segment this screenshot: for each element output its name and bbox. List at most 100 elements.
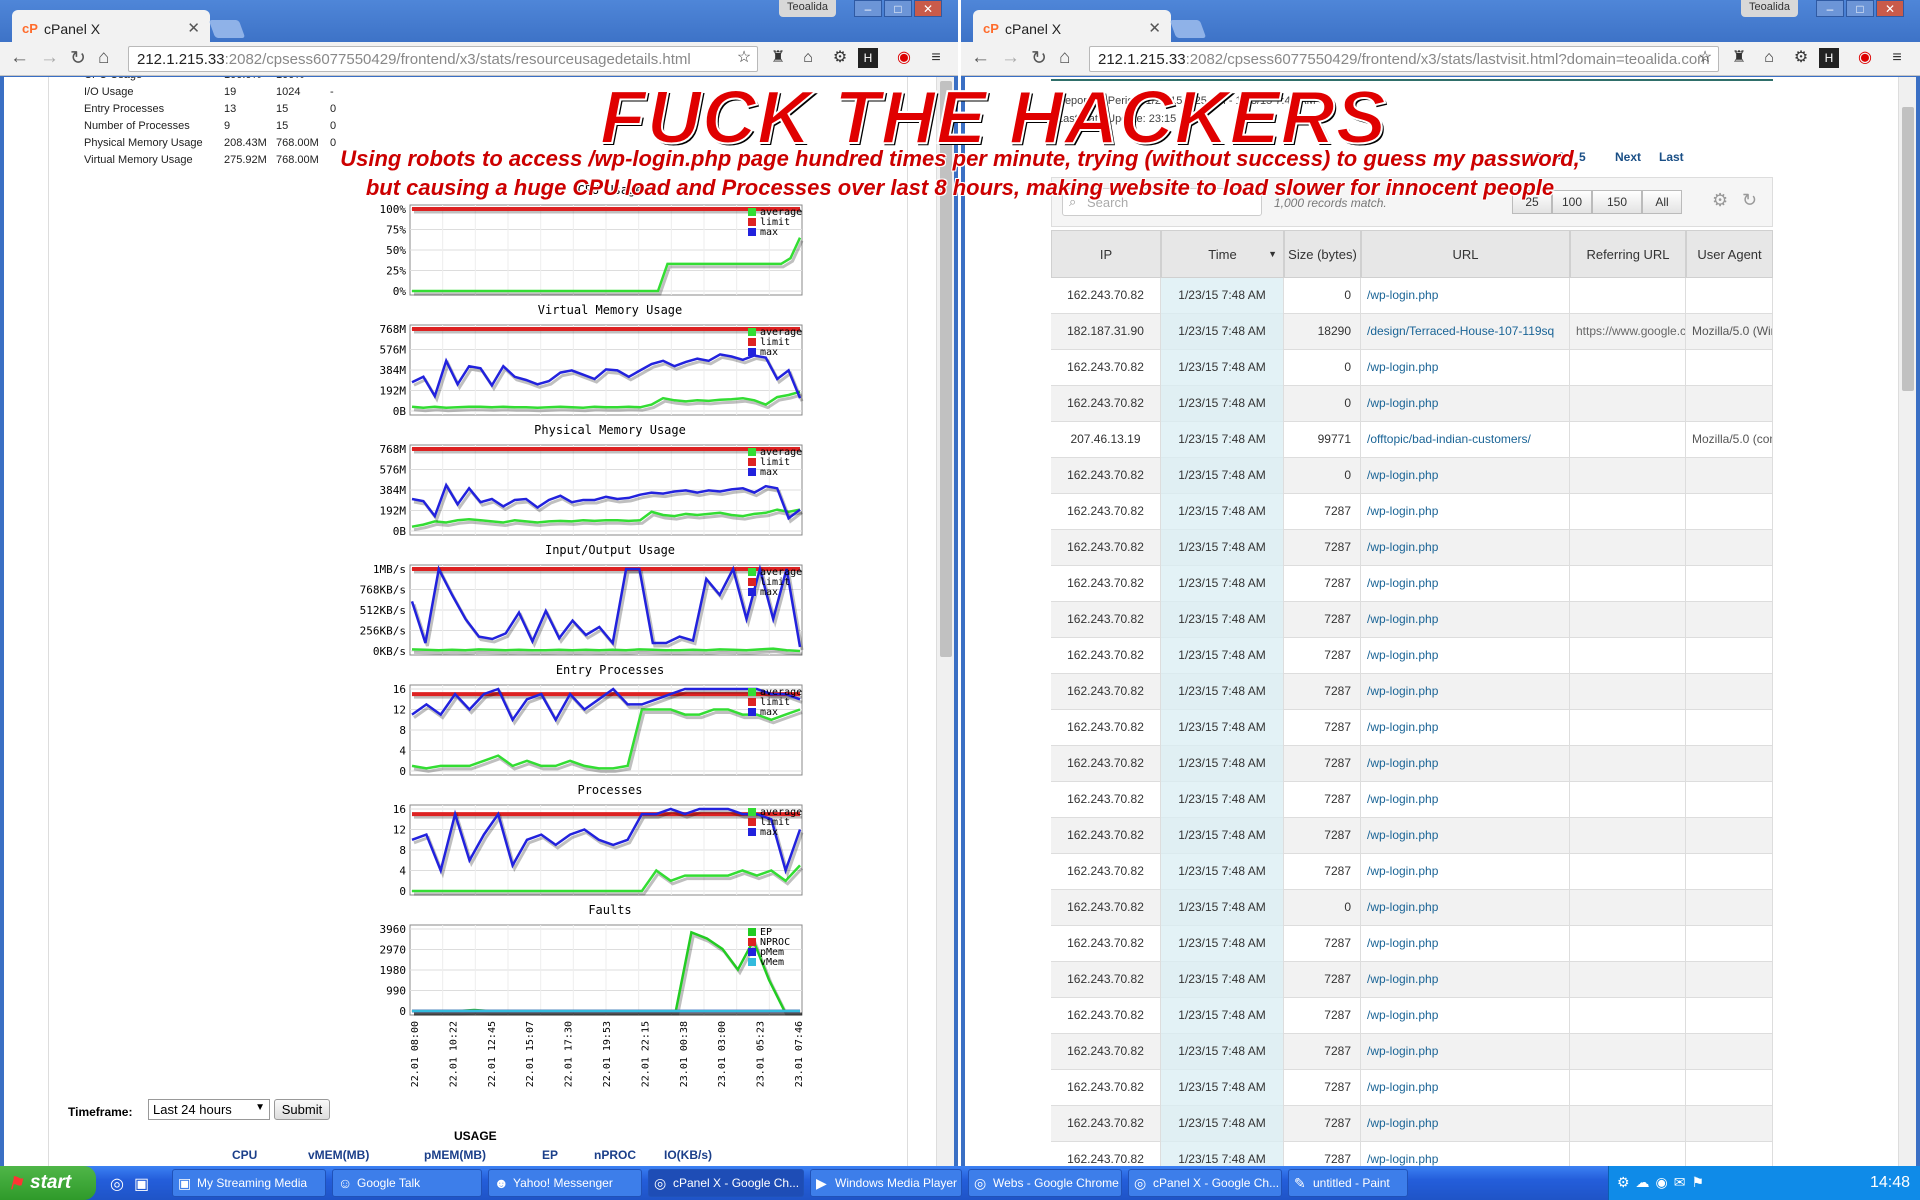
taskbar-button[interactable]: ◎ cPanel X - Google Ch... — [648, 1169, 804, 1197]
gear-icon[interactable]: ⚙ — [1791, 48, 1811, 68]
table-row[interactable]: 207.46.13.19 1/23/15 7:48 AM 99771/offtopi… — [1051, 422, 1773, 458]
cell-url[interactable]: /wp-login.php — [1361, 674, 1570, 710]
column-header[interactable]: URL — [1361, 230, 1570, 278]
cell-url[interactable]: /wp-login.php — [1361, 530, 1570, 566]
extension-icon[interactable]: ⌂ — [798, 48, 818, 68]
maximize-button[interactable]: □ — [884, 0, 912, 17]
cell-url[interactable]: /wp-login.php — [1361, 566, 1570, 602]
address-bar[interactable]: 212.1.215.33:2082/cpsess6077550429/front… — [1089, 46, 1719, 72]
table-row[interactable]: 162.243.70.82 1/23/15 7:48 AM 7287/wp-logi… — [1051, 494, 1773, 530]
taskbar-button[interactable]: ◎ cPanel X - Google Ch... — [1128, 1169, 1282, 1197]
taskbar-button[interactable]: ☻ Yahoo! Messenger — [488, 1169, 642, 1197]
reload-icon[interactable]: ↻ — [1031, 47, 1047, 70]
extension-icon[interactable]: H — [858, 48, 878, 68]
cell-url[interactable]: /wp-login.php — [1361, 1070, 1570, 1106]
tray-icons[interactable]: ⚙☁◉✉⚑ — [1617, 1174, 1710, 1191]
timeframe-select[interactable]: Last 24 hours ▼ — [148, 1099, 270, 1120]
table-row[interactable]: 162.243.70.82 1/23/15 7:48 AM 7287/wp-logi… — [1051, 602, 1773, 638]
scrollbar[interactable] — [1898, 77, 1916, 1166]
table-row[interactable]: 162.243.70.82 1/23/15 7:48 AM 7287/wp-logi… — [1051, 962, 1773, 998]
taskbar-button[interactable]: ▶ Windows Media Player — [810, 1169, 962, 1197]
forward-icon[interactable]: → — [1001, 47, 1020, 69]
table-row[interactable]: 162.243.70.82 1/23/15 7:48 AM 7287/wp-logi… — [1051, 818, 1773, 854]
table-row[interactable]: 162.243.70.82 1/23/15 7:48 AM 7287/wp-logi… — [1051, 674, 1773, 710]
minimize-button[interactable]: – — [1816, 0, 1844, 17]
table-row[interactable]: 162.243.70.82 1/23/15 7:48 AM 7287/wp-logi… — [1051, 746, 1773, 782]
column-header[interactable]: IP — [1051, 230, 1161, 278]
new-tab-button[interactable] — [1169, 20, 1207, 38]
table-row[interactable]: 162.243.70.82 1/23/15 7:48 AM 0/wp-login.p… — [1051, 458, 1773, 494]
back-icon[interactable]: ← — [971, 47, 990, 69]
cell-url[interactable]: /wp-login.php — [1361, 818, 1570, 854]
cell-url[interactable]: /wp-login.php — [1361, 710, 1570, 746]
chrome-icon[interactable]: ◎ — [110, 1174, 124, 1194]
close-tab-icon[interactable]: ✕ — [187, 19, 200, 37]
maximize-button[interactable]: □ — [1846, 0, 1874, 17]
extension-icon[interactable]: ◉ — [894, 48, 914, 68]
table-row[interactable]: 162.243.70.82 1/23/15 7:48 AM 0/wp-login.p… — [1051, 350, 1773, 386]
table-row[interactable]: 162.243.70.82 1/23/15 7:48 AM 0/wp-login.p… — [1051, 278, 1773, 314]
table-row[interactable]: 162.243.70.82 1/23/15 7:48 AM 7287/wp-logi… — [1051, 926, 1773, 962]
forward-icon[interactable]: → — [40, 47, 59, 69]
cell-url[interactable]: /wp-login.php — [1361, 782, 1570, 818]
scrollbar[interactable] — [936, 77, 954, 1166]
cell-url[interactable]: /offtopic/bad-indian-customers/ — [1361, 422, 1570, 458]
extension-icon[interactable]: ♜ — [768, 48, 788, 68]
extension-icon[interactable]: ♜ — [1729, 48, 1749, 68]
close-tab-icon[interactable]: ✕ — [1148, 19, 1161, 37]
table-row[interactable]: 162.243.70.82 1/23/15 7:48 AM 7287/wp-logi… — [1051, 566, 1773, 602]
table-row[interactable]: 162.243.70.82 1/23/15 7:48 AM 7287/wp-logi… — [1051, 638, 1773, 674]
table-row[interactable]: 162.243.70.82 1/23/15 7:48 AM 7287/wp-logi… — [1051, 1034, 1773, 1070]
table-row[interactable]: 162.243.70.82 1/23/15 7:48 AM 7287/wp-logi… — [1051, 1070, 1773, 1106]
cell-url[interactable]: /wp-login.php — [1361, 278, 1570, 314]
new-tab-button[interactable] — [208, 20, 246, 38]
extension-icon[interactable]: ◉ — [1855, 48, 1875, 68]
table-row[interactable]: 162.243.70.82 1/23/15 7:48 AM 7287/wp-logi… — [1051, 1106, 1773, 1142]
cell-url[interactable]: /wp-login.php — [1361, 1106, 1570, 1142]
column-header[interactable]: User Agent — [1686, 230, 1773, 278]
table-row[interactable]: 162.243.70.82 1/23/15 7:48 AM 7287/wp-logi… — [1051, 998, 1773, 1034]
start-button[interactable]: ⚑ start — [0, 1166, 96, 1200]
cell-url[interactable]: /wp-login.php — [1361, 962, 1570, 998]
cell-url[interactable]: /wp-login.php — [1361, 998, 1570, 1034]
table-row[interactable]: 162.243.70.82 1/23/15 7:48 AM 7287/wp-logi… — [1051, 854, 1773, 890]
cell-url[interactable]: /wp-login.php — [1361, 1142, 1570, 1166]
cell-url[interactable]: /wp-login.php — [1361, 602, 1570, 638]
taskbar-button[interactable]: ▣ My Streaming Media — [172, 1169, 326, 1197]
bookmark-star-icon[interactable]: ☆ — [734, 48, 754, 68]
table-row[interactable]: 162.243.70.82 1/23/15 7:48 AM 7287/wp-logi… — [1051, 1142, 1773, 1166]
taskbar-button[interactable]: ✎ untitled - Paint — [1288, 1169, 1408, 1197]
menu-icon[interactable]: ≡ — [926, 48, 946, 68]
user-badge[interactable]: Teoalida — [779, 0, 836, 17]
reload-icon[interactable]: ↻ — [70, 47, 86, 70]
column-header[interactable]: Time ▼ — [1161, 230, 1284, 278]
cell-url[interactable]: /wp-login.php — [1361, 494, 1570, 530]
cell-url[interactable]: /wp-login.php — [1361, 1034, 1570, 1070]
quicklaunch-icon[interactable]: ▣ — [134, 1174, 149, 1194]
cell-url[interactable]: /wp-login.php — [1361, 458, 1570, 494]
cell-url[interactable]: /design/Terraced-House-107-119sq — [1361, 314, 1570, 350]
cell-url[interactable]: /wp-login.php — [1361, 638, 1570, 674]
address-bar[interactable]: 212.1.215.33:2082/cpsess6077550429/front… — [128, 46, 758, 72]
submit-button[interactable]: Submit — [274, 1099, 330, 1120]
gear-icon[interactable]: ⚙ — [830, 48, 850, 68]
back-icon[interactable]: ← — [10, 47, 29, 69]
taskbar-button[interactable]: ☺ Google Talk — [332, 1169, 482, 1197]
column-header[interactable]: Size (bytes) — [1284, 230, 1361, 278]
table-row[interactable]: 162.243.70.82 1/23/15 7:48 AM 0/wp-login.p… — [1051, 386, 1773, 422]
table-row[interactable]: 162.243.70.82 1/23/15 7:48 AM 7287/wp-logi… — [1051, 782, 1773, 818]
menu-icon[interactable]: ≡ — [1887, 48, 1907, 68]
cell-url[interactable]: /wp-login.php — [1361, 854, 1570, 890]
extension-icon[interactable]: ⌂ — [1759, 48, 1779, 68]
cell-url[interactable]: /wp-login.php — [1361, 926, 1570, 962]
table-row[interactable]: 182.187.31.90 1/23/15 7:48 AM 18290/design… — [1051, 314, 1773, 350]
table-row[interactable]: 162.243.70.82 1/23/15 7:48 AM 7287/wp-logi… — [1051, 530, 1773, 566]
bookmark-star-icon[interactable]: ☆ — [1695, 48, 1715, 68]
table-row[interactable]: 162.243.70.82 1/23/15 7:48 AM 0/wp-login.p… — [1051, 890, 1773, 926]
extension-icon[interactable]: H — [1819, 48, 1839, 68]
sort-desc-icon[interactable]: ▼ — [1268, 249, 1277, 259]
cell-url[interactable]: /wp-login.php — [1361, 386, 1570, 422]
minimize-button[interactable]: – — [854, 0, 882, 17]
home-icon[interactable]: ⌂ — [98, 47, 109, 69]
taskbar-button[interactable]: ◎ Webs - Google Chrome — [968, 1169, 1122, 1197]
